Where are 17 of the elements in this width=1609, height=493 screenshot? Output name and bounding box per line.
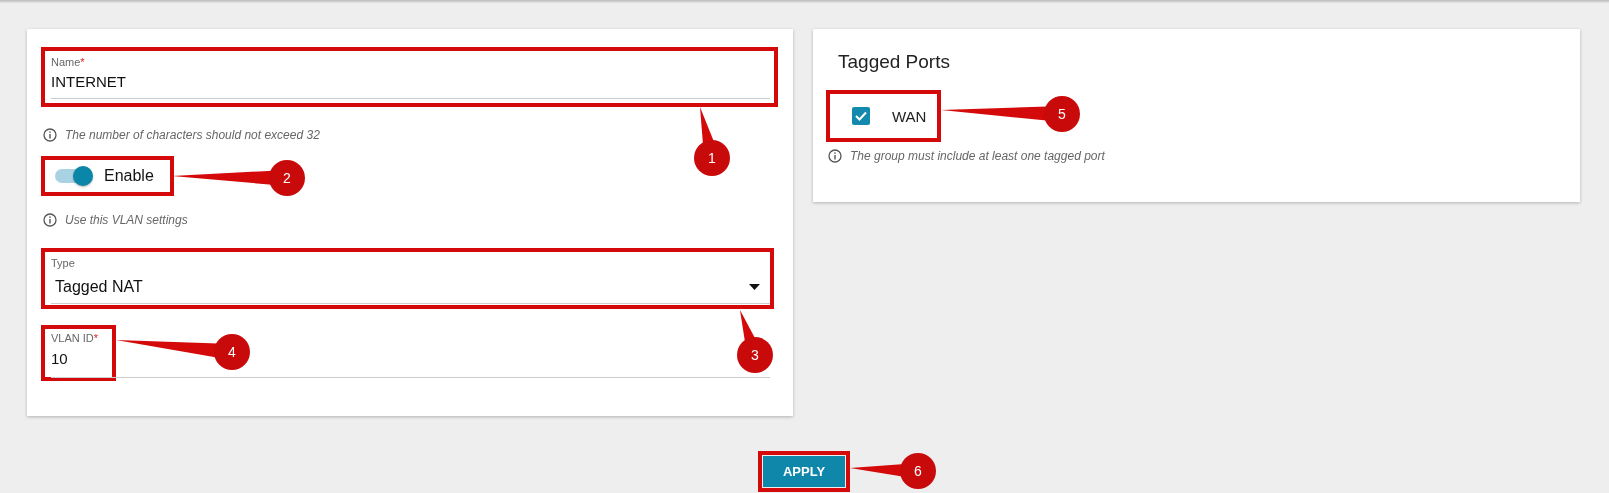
section-title: Tagged Ports [838, 51, 951, 73]
type-dropdown[interactable]: Tagged NAT [51, 274, 770, 304]
field-label: Name* [51, 56, 85, 69]
hint-text: The number of characters should not exceed 32 [65, 128, 320, 142]
hint-text: The group must include at least one tagged port [850, 149, 1105, 163]
field-label: Type [51, 257, 75, 270]
checkbox-label: WAN [892, 107, 927, 125]
hint-text: Use this VLAN settings [65, 213, 188, 227]
toggle-switch[interactable] [55, 169, 91, 183]
checkbox[interactable] [852, 107, 870, 125]
info-icon [43, 213, 57, 227]
field-label: VLAN ID* [51, 332, 99, 345]
caret-icon [749, 284, 760, 290]
toggle-label: Enable [104, 167, 154, 185]
info-icon [43, 128, 57, 142]
apply-button[interactable]: APPLY [763, 456, 845, 487]
info-icon [828, 149, 842, 163]
